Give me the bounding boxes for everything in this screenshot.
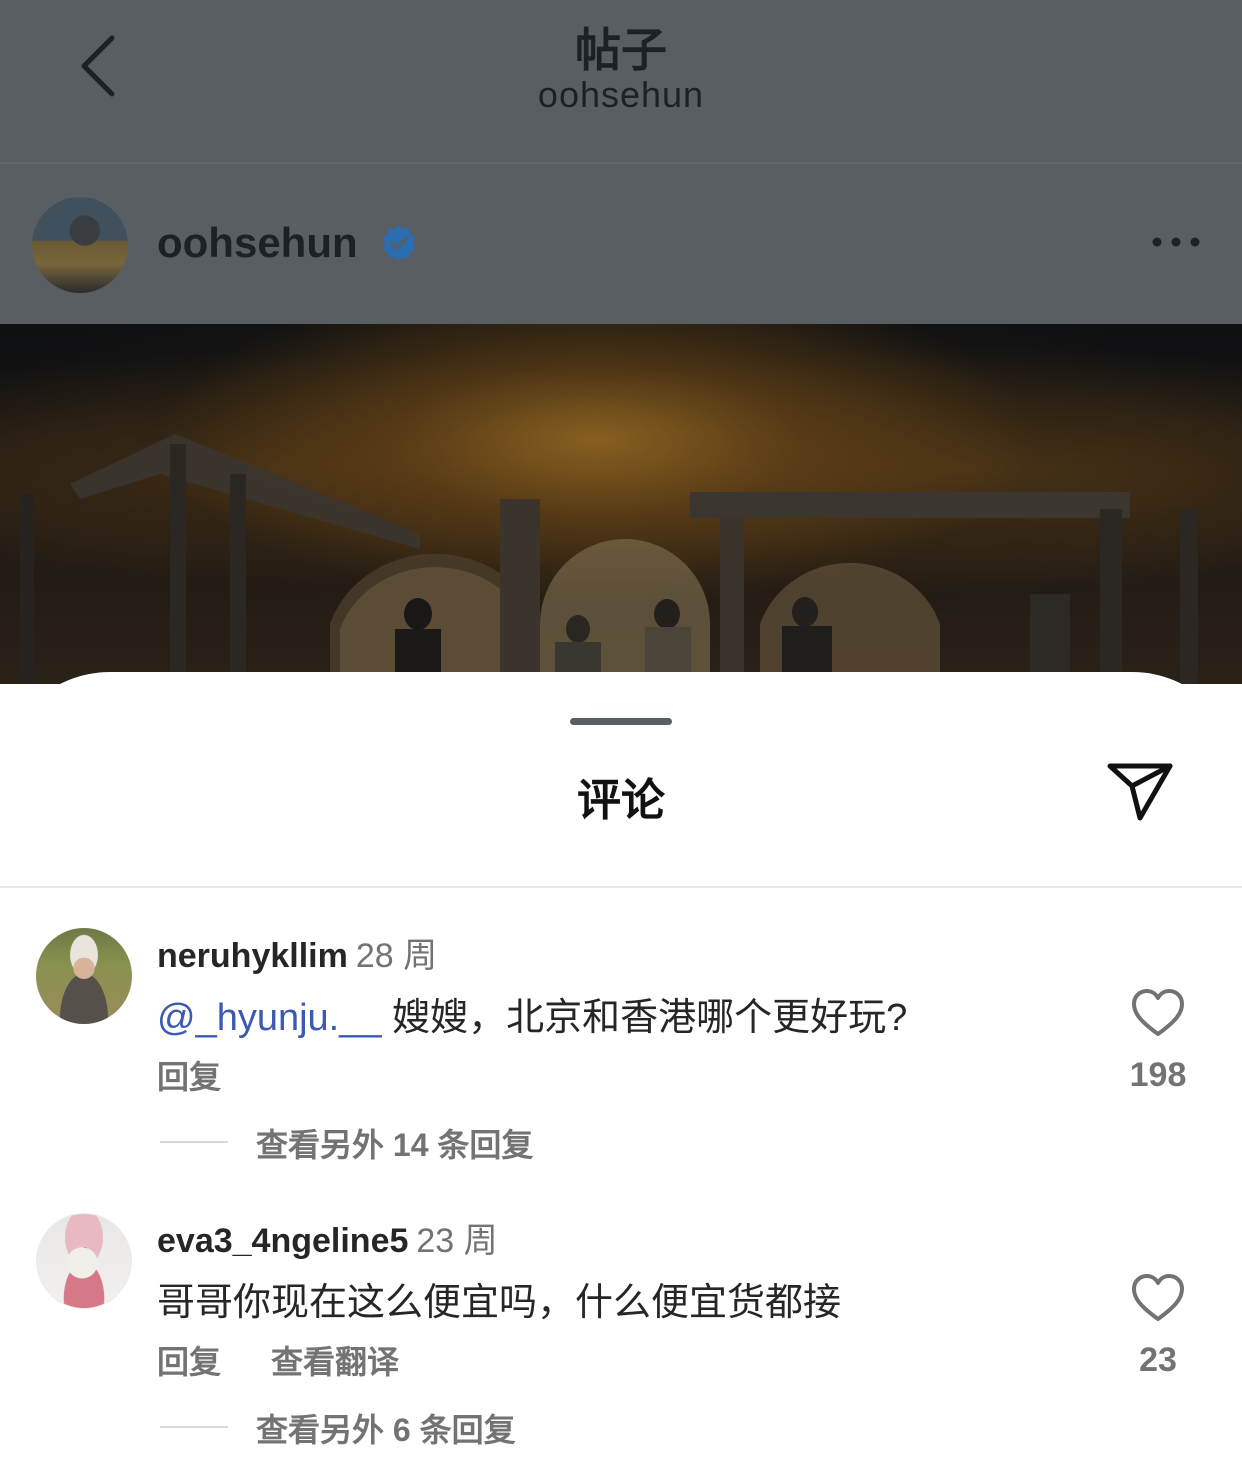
commenter-avatar[interactable] — [36, 1213, 132, 1309]
top-navigation-bar: 帖子 oohsehun — [0, 0, 1242, 162]
page-title: 帖子 — [575, 24, 667, 76]
post-author-bar: oohsehun — [0, 164, 1242, 324]
heart-icon[interactable] — [1130, 988, 1186, 1038]
replies-divider — [160, 1426, 228, 1428]
comment-time: 28 周 — [355, 937, 438, 975]
comment-username[interactable]: neruhykllim — [157, 937, 348, 975]
comment-header: neruhykllim 28 周 — [157, 928, 437, 977]
comment-body: 嫂嫂，北京和香港哪个更好玩? — [392, 997, 908, 1039]
view-replies-link[interactable]: 查看另外 14 条回复 — [256, 1120, 533, 1166]
author-avatar[interactable] — [32, 197, 128, 293]
divider — [0, 886, 1242, 888]
comment-text: @_hyunju.__ 嫂嫂，北京和香港哪个更好玩? — [157, 986, 907, 1041]
post-image — [0, 324, 1242, 684]
reply-button[interactable]: 回复 — [157, 1059, 221, 1095]
comment-body: 哥哥你现在这么便宜吗，什么便宜货都接 — [157, 1282, 842, 1324]
replies-divider — [160, 1141, 228, 1143]
comment-text: 哥哥你现在这么便宜吗，什么便宜货都接 — [157, 1271, 841, 1326]
comment-username[interactable]: eva3_4ngeline5 — [157, 1222, 408, 1260]
reply-button[interactable]: 回复 — [157, 1344, 221, 1380]
comment-time: 23 周 — [416, 1222, 498, 1260]
ellipsis-icon[interactable] — [1150, 234, 1202, 250]
verified-badge-icon — [383, 225, 415, 261]
like-count: 23 — [1139, 1341, 1177, 1379]
comment-actions: 回复 查看翻译 — [157, 1337, 449, 1383]
author-username[interactable]: oohsehun — [157, 219, 358, 267]
comment-actions: 回复 — [157, 1052, 271, 1098]
sheet-title: 评论 — [577, 776, 665, 825]
like-count: 198 — [1129, 1056, 1187, 1094]
commenter-avatar[interactable] — [36, 928, 132, 1024]
share-button[interactable] — [1104, 760, 1176, 826]
translate-button[interactable]: 查看翻译 — [271, 1344, 399, 1380]
comment-mention[interactable]: @_hyunju.__ — [157, 997, 382, 1039]
view-replies-link[interactable]: 查看另外 6 条回复 — [256, 1405, 516, 1451]
paper-plane-icon — [1107, 763, 1173, 821]
page-subtitle: oohsehun — [537, 74, 705, 115]
comments-sheet: 评论 neruhykllim 28 周 @_hyunju.__ 嫂嫂，北京和香港哪… — [0, 672, 1242, 1477]
sheet-drag-handle[interactable] — [570, 718, 672, 725]
post-image-scene — [20, 434, 1198, 684]
heart-icon[interactable] — [1130, 1273, 1186, 1323]
comment-header: eva3_4ngeline5 23 周 — [157, 1213, 498, 1262]
